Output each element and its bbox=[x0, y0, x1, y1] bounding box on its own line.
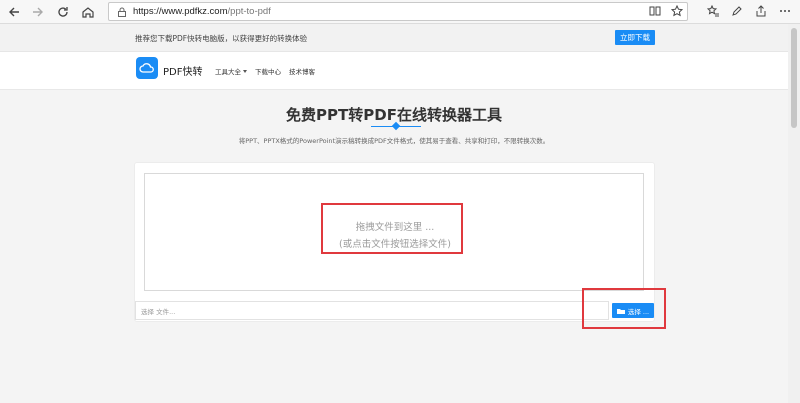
favorites-list-icon bbox=[707, 5, 719, 17]
download-now-button[interactable]: 立即下载 bbox=[615, 30, 655, 45]
more-icon bbox=[780, 10, 790, 12]
file-path-field[interactable]: 选择 文件... bbox=[135, 301, 609, 320]
highlight-box-dropzone bbox=[321, 203, 463, 254]
refresh-button[interactable] bbox=[53, 2, 73, 22]
favorites-hub-button[interactable] bbox=[706, 4, 720, 18]
favorite-button[interactable] bbox=[670, 4, 684, 18]
nav-item-blog[interactable]: 技术博客 bbox=[289, 66, 315, 76]
home-icon bbox=[82, 7, 94, 18]
share-button[interactable] bbox=[754, 4, 768, 18]
browser-toolbar: https://www.pdfkz.com/ppt-to-pdf bbox=[0, 0, 800, 24]
star-icon bbox=[671, 5, 683, 17]
main-nav: 工具大全 下载中心 技术博客 bbox=[215, 66, 315, 76]
page-scrollbar[interactable] bbox=[788, 24, 800, 403]
site-header: PDF快转 工具大全 下载中心 技术博客 bbox=[0, 52, 788, 90]
home-button[interactable] bbox=[78, 2, 98, 22]
notes-button[interactable] bbox=[730, 4, 744, 18]
chevron-down-icon bbox=[243, 69, 247, 73]
site-logo[interactable] bbox=[136, 57, 158, 79]
download-notice-bar: 推荐您下载PDF快转电脑版，以获得更好的转换体验 立即下载 bbox=[0, 24, 788, 52]
url-host: https://www.pdfkz.com bbox=[133, 6, 228, 17]
address-bar[interactable]: https://www.pdfkz.com/ppt-to-pdf bbox=[108, 2, 688, 21]
reading-view-button[interactable] bbox=[648, 4, 662, 18]
forward-arrow-icon bbox=[33, 7, 43, 17]
url-path: /ppt-to-pdf bbox=[227, 6, 271, 17]
forward-button[interactable] bbox=[28, 2, 48, 22]
highlight-box-choose-button bbox=[582, 288, 666, 329]
back-button[interactable] bbox=[4, 2, 24, 22]
refresh-icon bbox=[58, 7, 68, 17]
more-button[interactable] bbox=[778, 4, 792, 18]
cloud-icon bbox=[139, 63, 154, 73]
book-icon bbox=[649, 6, 661, 16]
nav-item-tools-label: 工具大全 bbox=[215, 68, 241, 76]
brand-name[interactable]: PDF快转 bbox=[163, 63, 202, 78]
share-icon bbox=[756, 5, 766, 17]
nav-item-tools[interactable]: 工具大全 bbox=[215, 66, 247, 76]
notice-text: 推荐您下载PDF快转电脑版，以获得更好的转换体验 bbox=[135, 34, 308, 43]
back-arrow-icon bbox=[9, 7, 19, 17]
page-subtitle: 将PPT、PPTX格式的PowerPoint演示稿转换成PDF文件格式，使其易于… bbox=[238, 137, 550, 145]
nav-item-downloads[interactable]: 下载中心 bbox=[255, 66, 281, 76]
pen-icon bbox=[732, 6, 742, 16]
lock-icon bbox=[118, 7, 126, 17]
scrollbar-thumb[interactable] bbox=[791, 28, 797, 128]
